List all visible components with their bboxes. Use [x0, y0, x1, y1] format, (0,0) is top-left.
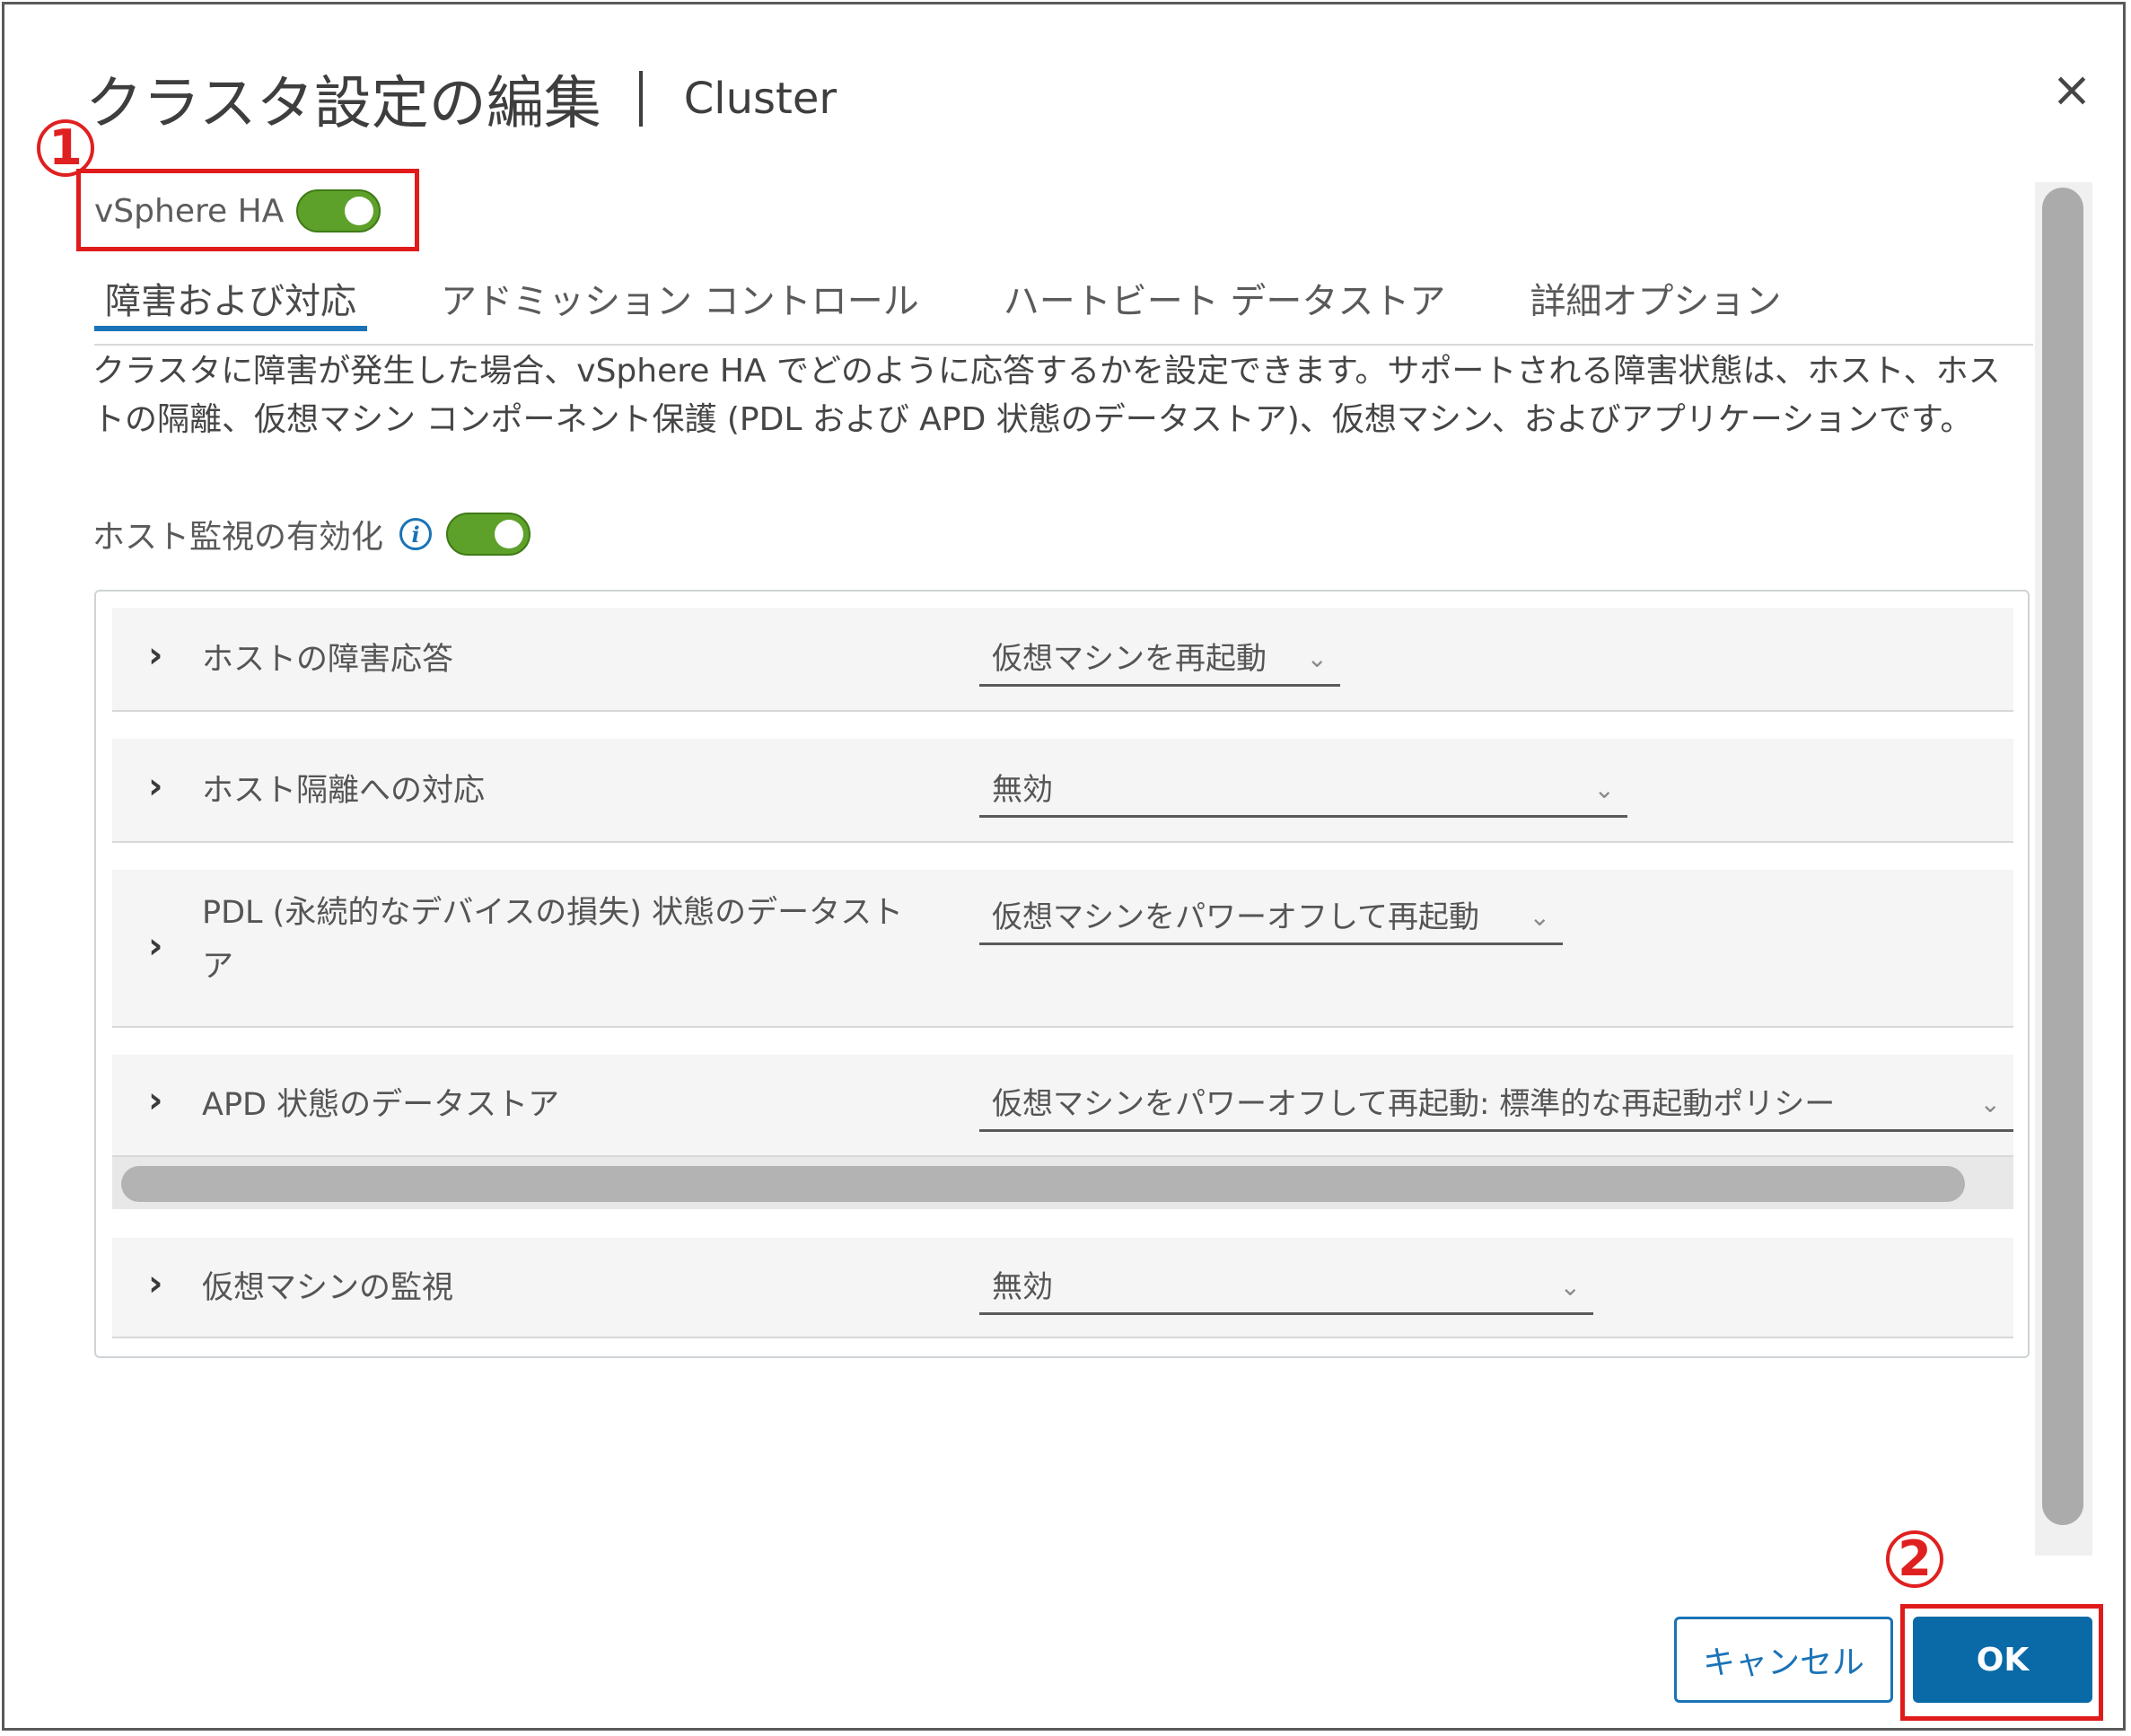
dialog-title-text: クラスタ設定の編集: [85, 71, 601, 137]
row-pdl-datastore: › PDL (永続的なデバイスの損失) 状態のデータストア 仮想マシンをパワーオ…: [112, 870, 2013, 1028]
host-failure-response-select[interactable]: 仮想マシンを再起動 ⌄: [979, 635, 1340, 687]
chevron-down-icon: ⌄: [1593, 775, 1615, 804]
select-value: 無効: [992, 1269, 1053, 1305]
host-isolation-response-select[interactable]: 無効 ⌄: [979, 766, 1627, 818]
vsphere-ha-row: vSphere HA: [94, 180, 381, 242]
tab-advanced-options[interactable]: 詳細オプション: [1519, 265, 1792, 331]
chevron-right-icon[interactable]: ›: [148, 1080, 162, 1121]
dialog-subtitle: Cluster: [683, 74, 837, 124]
close-icon[interactable]: ×: [2049, 66, 2094, 114]
title-separator: [638, 71, 643, 127]
row-apd-datastore: › APD 状態のデータストア 仮想マシンをパワーオフして再起動: 標準的な再起…: [112, 1055, 2013, 1157]
vm-monitoring-select[interactable]: 無効 ⌄: [979, 1263, 1593, 1315]
host-monitoring-label: ホスト監視の有効化: [92, 519, 384, 556]
row-host-failure-response: › ホストの障害応答 仮想マシンを再起動 ⌄: [112, 608, 2013, 712]
tab-bar: 障害および対応 アドミッション コントロール ハートビート データストア 詳細オ…: [94, 265, 2033, 346]
host-monitoring-row: ホスト監視の有効化 i: [92, 507, 531, 561]
host-monitoring-toggle[interactable]: [446, 513, 531, 556]
tab-admission-control[interactable]: アドミッション コントロール: [430, 265, 930, 331]
chevron-right-icon[interactable]: ›: [148, 766, 162, 807]
vsphere-ha-toggle[interactable]: [296, 189, 381, 232]
chevron-down-icon: ⌄: [1979, 1089, 2001, 1118]
dialog-title: クラスタ設定の編集 Cluster: [85, 54, 837, 144]
chevron-down-icon: ⌄: [1529, 902, 1550, 932]
row-label: ホスト隔離への対応: [202, 773, 486, 809]
tab-heartbeat-datastores[interactable]: ハートビート データストア: [993, 265, 1457, 331]
row-label: 仮想マシンの監視: [202, 1270, 454, 1306]
failure-response-panel: › ホストの障害応答 仮想マシンを再起動 ⌄ › ホスト隔離への対応 無効 ⌄ …: [94, 590, 2030, 1358]
tab-failures-and-responses[interactable]: 障害および対応: [94, 265, 367, 331]
row-label: ホストの障害応答: [202, 642, 454, 678]
row-vm-monitoring: › 仮想マシンの監視 無効 ⌄: [112, 1238, 2013, 1338]
row-host-isolation-response: › ホスト隔離への対応 無効 ⌄: [112, 739, 2013, 843]
ok-button[interactable]: OK: [1913, 1617, 2092, 1703]
chevron-right-icon[interactable]: ›: [148, 635, 162, 676]
vertical-scrollbar[interactable]: [2035, 182, 2092, 1556]
vsphere-ha-label: vSphere HA: [94, 192, 285, 230]
vertical-scrollbar-thumb[interactable]: [2042, 188, 2083, 1525]
chevron-down-icon: ⌄: [1306, 644, 1328, 673]
description-text: クラスタに障害が発生した場合、vSphere HA でどのように応答するかを設定…: [92, 353, 2001, 438]
annotation-marker-2: 2: [1886, 1530, 1943, 1588]
select-value: 仮想マシンを再起動: [992, 641, 1267, 677]
cancel-button[interactable]: キャンセル: [1674, 1617, 1893, 1703]
horizontal-scrollbar-thumb[interactable]: [121, 1166, 1965, 1202]
select-value: 無効: [992, 772, 1053, 808]
pdl-response-select[interactable]: 仮想マシンをパワーオフして再起動 ⌄: [979, 893, 1563, 945]
chevron-right-icon[interactable]: ›: [148, 1263, 162, 1304]
chevron-down-icon: ⌄: [1559, 1272, 1581, 1302]
row-label: APD 状態のデータストア: [202, 1087, 560, 1123]
apd-response-select[interactable]: 仮想マシンをパワーオフして再起動: 標準的な再起動ポリシー ⌄: [979, 1080, 2013, 1132]
row-label: PDL (永続的なデバイスの損失) 状態のデータストア: [202, 895, 904, 985]
chevron-right-icon[interactable]: ›: [148, 925, 162, 967]
select-value: 仮想マシンをパワーオフして再起動: 標準的な再起動ポリシー: [992, 1086, 1836, 1122]
horizontal-scrollbar[interactable]: [112, 1157, 2013, 1209]
info-icon[interactable]: i: [399, 518, 433, 550]
dialog: クラスタ設定の編集 Cluster × 1 vSphere HA 障害および対応…: [2, 2, 2126, 1731]
select-value: 仮想マシンをパワーオフして再起動: [992, 899, 1479, 935]
